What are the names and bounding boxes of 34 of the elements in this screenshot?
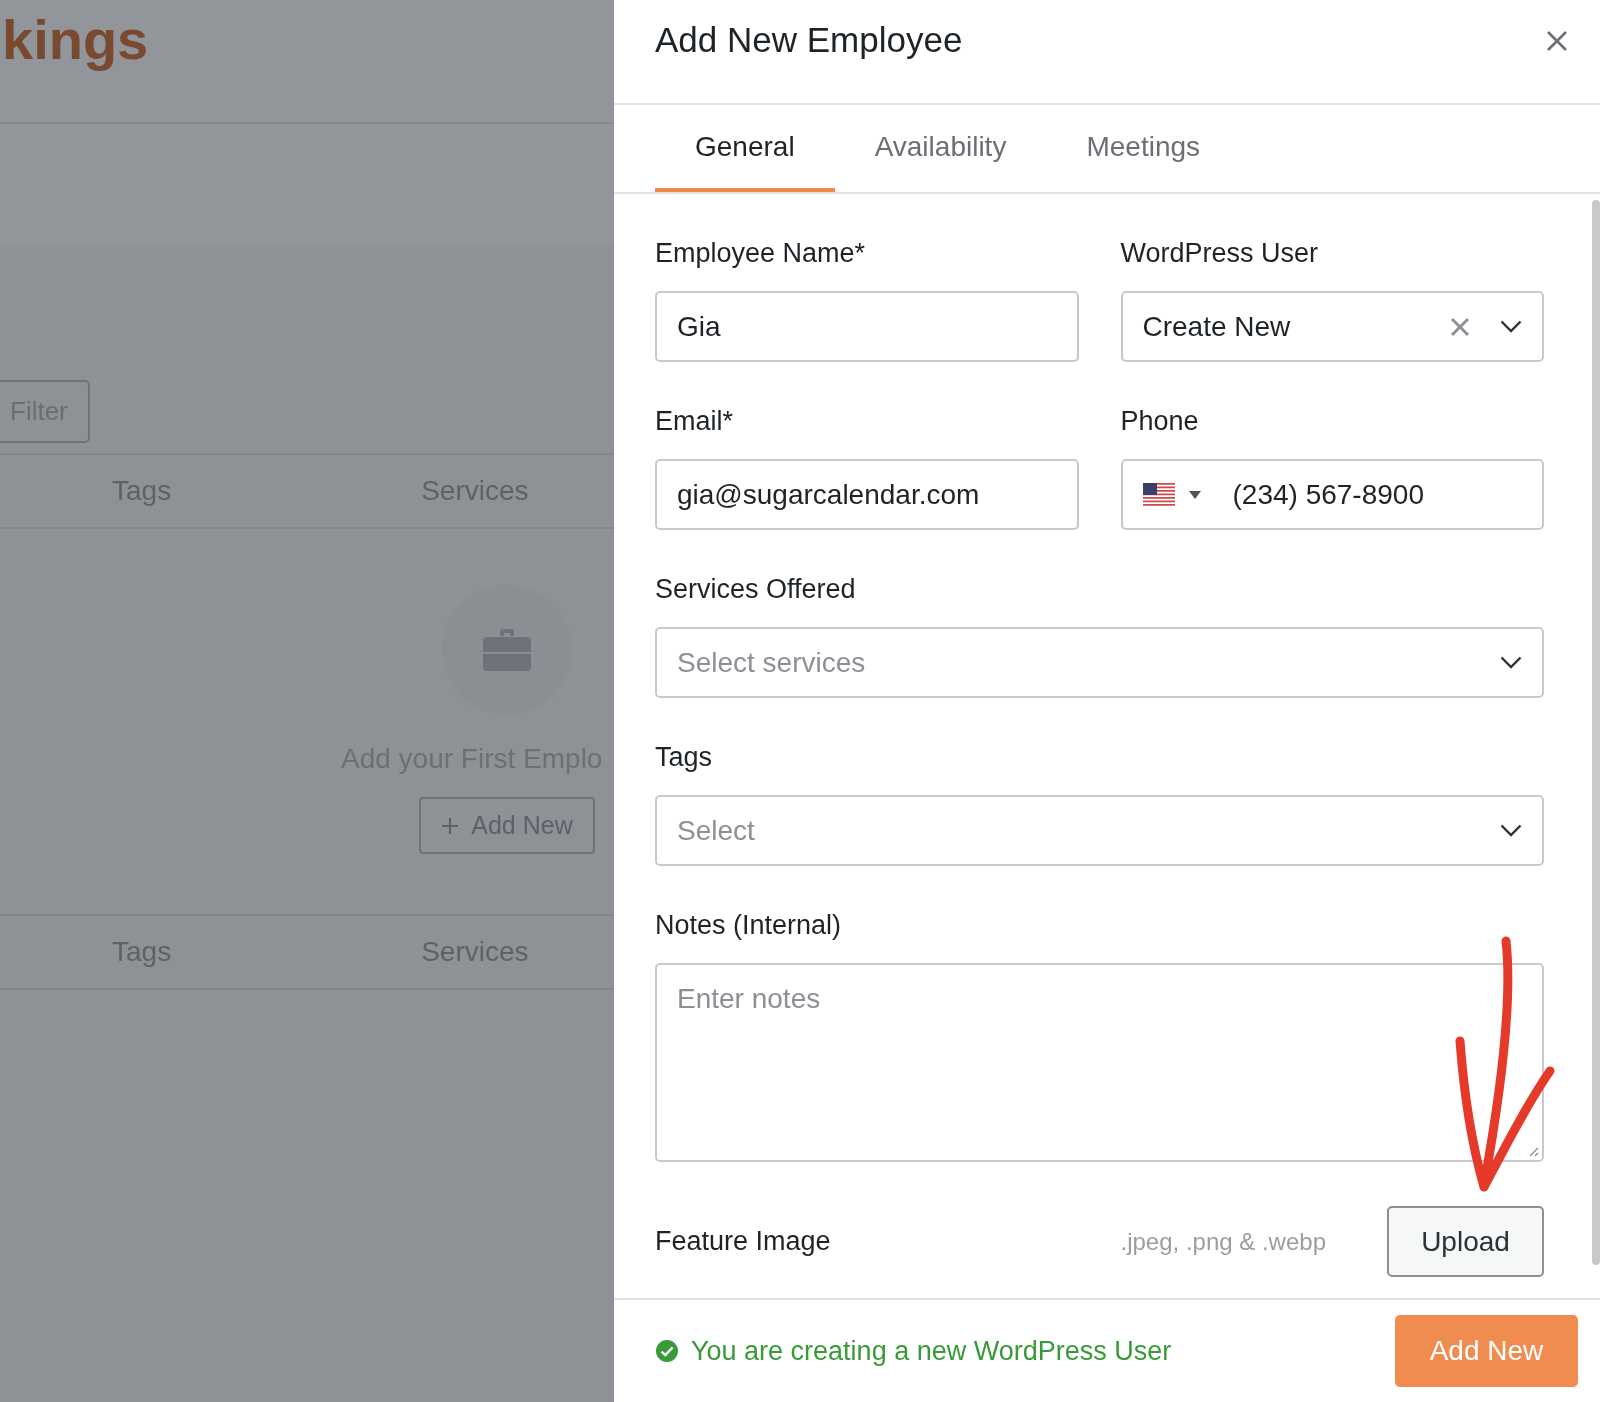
select-field[interactable]: Create New <box>1120 291 1544 362</box>
field-label: Employee Name* <box>655 238 867 269</box>
chevron-down-icon <box>1500 656 1522 669</box>
close-icon[interactable] <box>1546 30 1568 52</box>
input-field[interactable]: Gia <box>655 291 1079 362</box>
status-message: You are creating a new WordPress User <box>691 1335 1172 1367</box>
field-label: Feature Image <box>655 1226 831 1257</box>
file-types-hint: .jpeg, .png & .webp <box>1120 1227 1326 1256</box>
field-label: Email* <box>655 406 735 437</box>
notes-field[interactable]: Enter notes <box>655 963 1544 1162</box>
plus-icon <box>441 816 460 835</box>
field-label: WordPress User <box>1120 238 1320 269</box>
field-label: Tags <box>655 742 714 773</box>
flag-icon <box>1142 482 1175 507</box>
field-label: Phone <box>1120 406 1200 437</box>
logo-text: kings <box>2 8 149 73</box>
field-label: Notes (Internal) <box>655 910 843 941</box>
clear-icon[interactable] <box>1450 316 1470 337</box>
tab[interactable]: Availability <box>834 105 1047 192</box>
caret-icon[interactable] <box>1188 490 1201 499</box>
input-field[interactable]: gia@sugarcalendar.com <box>655 459 1079 530</box>
tab[interactable]: General <box>655 105 835 192</box>
field-label: Services Offered <box>655 574 857 605</box>
scrollbar[interactable] <box>1592 200 1600 1265</box>
upload-button[interactable]: Upload <box>1387 1206 1544 1277</box>
resize-grip-icon[interactable] <box>1527 1145 1539 1157</box>
check-circle-icon <box>655 1339 679 1363</box>
panel-title: Add New Employee <box>655 20 963 60</box>
chevron-down-icon <box>1500 824 1522 837</box>
select-field[interactable]: Select <box>655 795 1544 866</box>
phone-field[interactable]: (234) 567-8900 <box>1120 459 1544 530</box>
select-field[interactable]: Select services <box>655 627 1544 698</box>
chevron-down-icon <box>1500 320 1522 333</box>
tab[interactable]: Meetings <box>1046 105 1241 192</box>
